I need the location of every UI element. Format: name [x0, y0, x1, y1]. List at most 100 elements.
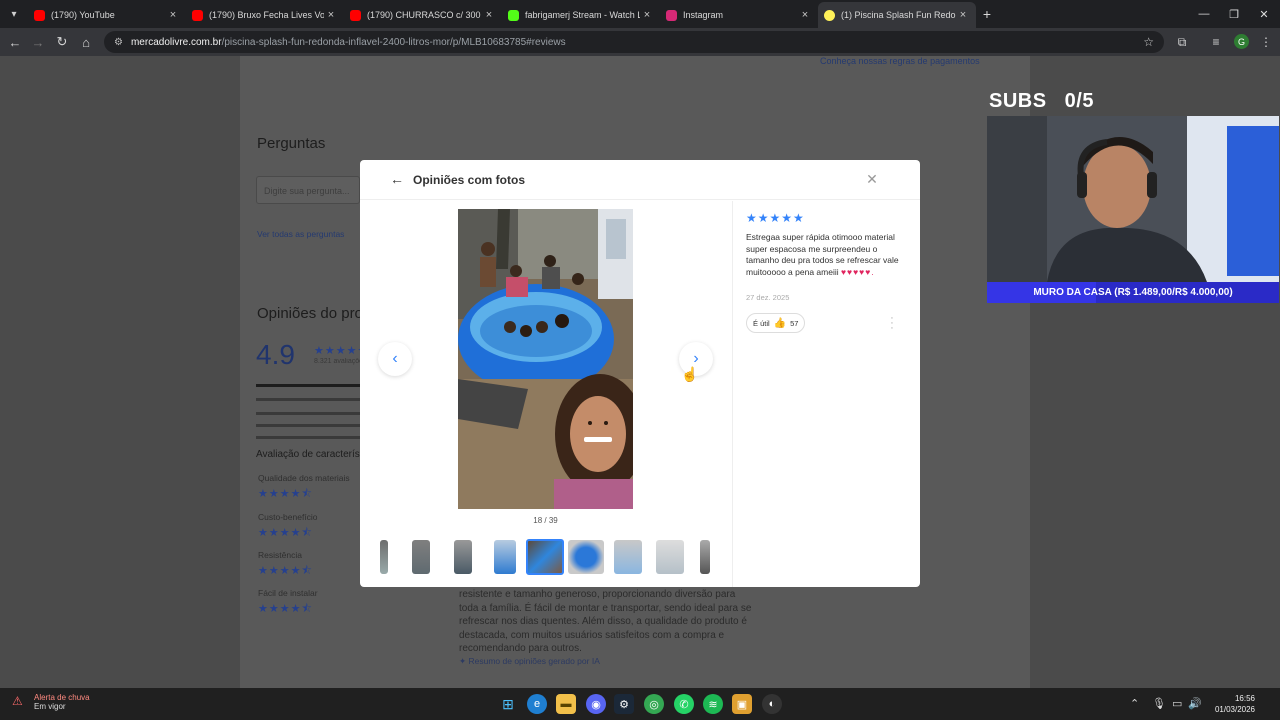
thumbnail[interactable] [454, 540, 472, 574]
tab-bruxo[interactable]: (1790) Bruxo Fecha Lives Volta × [186, 2, 344, 28]
volume-icon[interactable]: 🔊 [1188, 697, 1202, 710]
feature-stars: ★★★★⯪ [258, 603, 313, 615]
thumbnail-strip [380, 538, 716, 576]
instagram-icon [666, 9, 677, 21]
tab-churrasco[interactable]: (1790) CHURRASCO c/ 300 REA × [344, 2, 502, 28]
tab-mercadolivre[interactable]: (1) Piscina Splash Fun Redonda × [818, 2, 976, 28]
site-info-icon[interactable]: ⚙ [114, 37, 123, 48]
summary-line: recomendando para outros. [459, 643, 582, 654]
tray-chevron-icon[interactable]: ⌃ [1130, 697, 1139, 710]
forward-icon[interactable]: → [26, 30, 50, 54]
features-title: Avaliação de características [256, 449, 360, 460]
opinions-title: Opiniões do produto [257, 305, 360, 322]
close-tab-icon[interactable]: × [166, 9, 180, 21]
tab-label: (1) Piscina Splash Fun Redonda [841, 10, 956, 20]
tab-label: (1790) CHURRASCO c/ 300 REA [367, 10, 482, 20]
discord-icon[interactable]: ◉ [586, 694, 606, 714]
thumbnail[interactable] [614, 540, 642, 574]
previous-photo-button[interactable]: ‹ [378, 342, 412, 376]
hand-cursor-icon: ☝ [681, 366, 699, 382]
recording-app-icon[interactable]: ◐ [762, 694, 782, 714]
thumbnail[interactable] [656, 540, 684, 574]
address-bar[interactable]: ⚙ mercadolivre.com.br/piscina-splash-fun… [104, 31, 1164, 53]
feature-stars: ★★★★⯪ [258, 527, 313, 539]
chrome-icon[interactable]: ◎ [644, 694, 664, 714]
tab-search-icon[interactable]: ▾ [0, 0, 28, 28]
subs-counter: SUBS 0/5 [989, 90, 1094, 113]
feature-stars: ★★★★⯪ [258, 565, 313, 577]
thumbnail[interactable] [568, 540, 604, 574]
restore-button[interactable]: ❐ [1218, 0, 1250, 28]
profile-avatar[interactable]: G [1234, 34, 1249, 49]
app-icon[interactable]: ▣ [732, 694, 752, 714]
thumbnail[interactable] [380, 540, 388, 574]
weather-sub: Em vigor [34, 702, 66, 711]
rating-stars: ★★★★★ [314, 345, 360, 357]
tab-kick-stream[interactable]: fabrigamerj Stream - Watch Liv × [502, 2, 660, 28]
bookmark-star-icon[interactable]: ☆ [1143, 35, 1154, 49]
file-explorer-icon[interactable]: ▬ [556, 694, 576, 714]
thumbnail[interactable] [700, 540, 710, 574]
tab-label: (1790) Bruxo Fecha Lives Volta [209, 10, 324, 20]
weather-widget[interactable]: ⚠ Alerta de chuva Em vigor [12, 693, 90, 711]
ai-summary-note: ✦ Resumo de opiniões gerado por IA [459, 656, 600, 667]
spotify-icon[interactable]: ≋ [703, 694, 723, 714]
thumbnail[interactable] [494, 540, 516, 574]
close-tab-icon[interactable]: × [324, 9, 338, 21]
microphone-icon[interactable]: 🎙 [1152, 697, 1166, 710]
rating-bar-3 [256, 412, 360, 415]
system-clock[interactable]: 16:56 01/03/2026 [1203, 693, 1255, 715]
summary-line: resistente e tamanho generoso, proporcio… [459, 589, 736, 600]
media-control-icon[interactable]: ≡ [1208, 34, 1224, 50]
url-host: mercadolivre.com.br [130, 36, 222, 48]
close-tab-icon[interactable]: × [482, 9, 496, 21]
url-path: /piscina-splash-fun-redonda-inflavel-240… [221, 36, 566, 48]
close-tab-icon[interactable]: × [956, 9, 970, 21]
menu-icon[interactable]: ⋮ [1258, 34, 1274, 50]
steam-icon[interactable]: ⚙ [614, 694, 634, 714]
reload-icon[interactable]: ↻ [50, 30, 74, 54]
thumbnail[interactable] [412, 540, 430, 574]
close-window-button[interactable]: ✕ [1248, 0, 1280, 28]
home-icon[interactable]: ⌂ [74, 30, 98, 54]
rating-bar-1 [256, 436, 360, 439]
network-icon[interactable]: ▭ [1172, 697, 1182, 710]
weather-alert-icon: ⚠ [12, 694, 23, 708]
close-tab-icon[interactable]: × [798, 9, 812, 21]
youtube-icon [192, 9, 203, 21]
see-all-questions-link[interactable]: Ver todas as perguntas [257, 229, 344, 239]
browser-toolbar: ← → ↻ ⌂ ⚙ mercadolivre.com.br/piscina-sp… [0, 28, 1280, 56]
tab-strip: ▾ (1790) YouTube × (1790) Bruxo Fecha Li… [0, 0, 1280, 28]
feature-label: Resistência [258, 550, 302, 560]
modal-divider [732, 201, 733, 587]
subs-count: 0/5 [1064, 90, 1094, 112]
new-tab-button[interactable]: + [976, 6, 998, 22]
photo-counter: 18 / 39 [533, 516, 558, 525]
extensions-icon[interactable]: ⧉ [1174, 34, 1190, 50]
close-tab-icon[interactable]: × [640, 9, 654, 21]
tab-instagram[interactable]: Instagram × [660, 2, 818, 28]
close-icon[interactable]: ✕ [864, 171, 880, 187]
tab-label: fabrigamerj Stream - Watch Liv [525, 10, 640, 20]
useful-button[interactable]: É útil 👍 57 [746, 313, 806, 333]
modal-title: Opiniões com fotos [413, 173, 526, 187]
review-date: 27 dez. 2025 [746, 293, 790, 302]
clock-time: 16:56 [1234, 694, 1255, 703]
tab-youtube[interactable]: (1790) YouTube × [28, 2, 186, 28]
more-options-icon[interactable]: · · · [888, 313, 896, 334]
thumbnail-selected[interactable] [526, 539, 564, 575]
payment-rules-link[interactable]: Conheça nossas regras de pagamentos [820, 56, 980, 66]
ai-summary-label: Resumo de opiniões gerado por IA [468, 656, 600, 666]
streamer-webcam-image [987, 116, 1279, 282]
goal-text: MURO DA CASA (R$ 1.489,00/R$ 4.000,00) [1033, 287, 1233, 298]
minimize-button[interactable]: — [1188, 0, 1220, 28]
summary-line: refrescar nos dias quentes. Além disso, … [459, 616, 747, 627]
edge-icon[interactable]: e [527, 694, 547, 714]
start-menu-icon[interactable]: ⊞ [498, 694, 518, 714]
clock-date: 01/03/2026 [1214, 705, 1255, 714]
back-icon[interactable]: ← [3, 30, 27, 54]
back-arrow-icon[interactable]: ← [390, 171, 406, 187]
whatsapp-icon[interactable]: ✆ [674, 694, 694, 714]
review-text: Estregaa super rápida otimooo material s… [746, 232, 910, 278]
useful-count: 57 [790, 318, 799, 328]
